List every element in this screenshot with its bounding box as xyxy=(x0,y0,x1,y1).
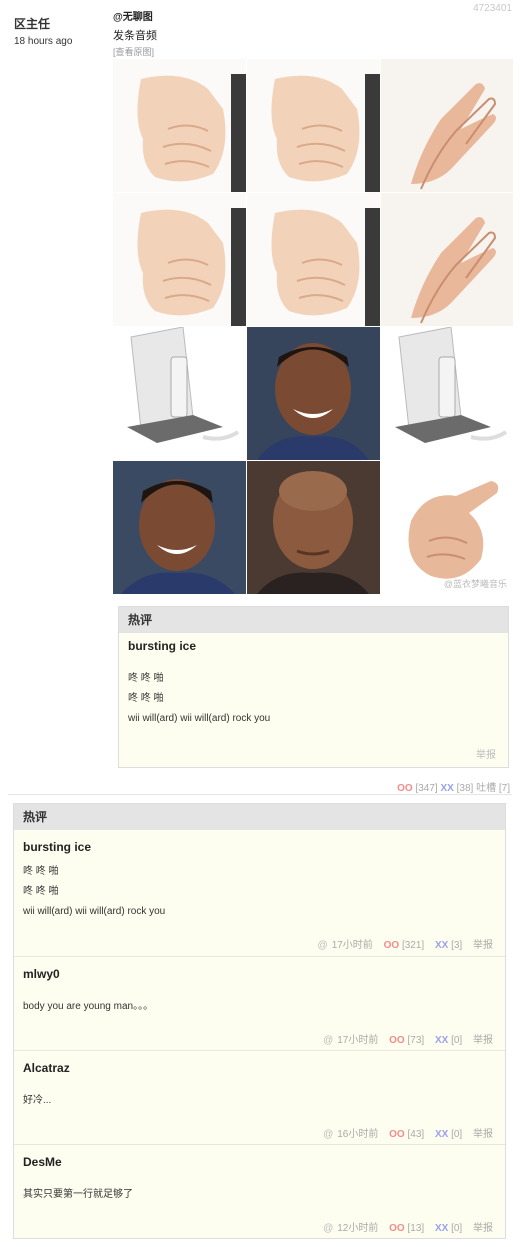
reply-at-button[interactable]: @ xyxy=(323,1035,333,1046)
pointing-finger-image: @蓝衣梦曦音乐 xyxy=(381,461,513,594)
comment-meta: @17小时前 OO [73] XX [0] 举报 xyxy=(323,1031,493,1046)
view-original-label[interactable]: [查看原图] xyxy=(113,47,154,57)
xx-count: [0] xyxy=(451,1035,463,1046)
comment-line: 咚 咚 啪 xyxy=(128,693,164,704)
comment-line: 咚 咚 啪 xyxy=(23,866,59,877)
oo-vote-button[interactable]: OO xyxy=(389,1129,405,1140)
comment-line: wii will(ard) wii will(ard) rock you xyxy=(23,906,166,917)
report-link[interactable]: 举报 xyxy=(476,746,496,761)
comment-body: 咚 咚 啪 咚 咚 啪 wii will(ard) wii will(ard) … xyxy=(23,862,165,922)
wii-console-image xyxy=(113,327,246,460)
comment-line: body you are young man。。。 xyxy=(23,1001,154,1012)
clap-image xyxy=(381,193,513,326)
hot-comment-title: 热评 xyxy=(119,607,508,633)
reply-at-button[interactable]: @ xyxy=(318,940,328,951)
comment-time: 17小时前 xyxy=(337,1035,379,1046)
xx-count: [3] xyxy=(451,940,463,951)
post-time: 18 hours ago xyxy=(14,36,73,47)
hot-comments-title: 热评 xyxy=(14,804,505,830)
comment-meta: @16小时前 OO [43] XX [0] 举报 xyxy=(323,1125,493,1140)
xx-count: [0] xyxy=(451,1223,463,1234)
author-info: 区主任 18 hours ago xyxy=(14,15,104,47)
xx-count: [0] xyxy=(451,1129,463,1140)
view-original-link[interactable]: [查看原图] xyxy=(113,45,513,58)
xx-vote-button[interactable]: XX xyxy=(435,1035,448,1046)
divider xyxy=(8,794,512,795)
tucao-count[interactable]: [7] xyxy=(499,783,510,794)
clap-image xyxy=(381,59,513,192)
xx-vote-button[interactable]: XX xyxy=(435,1223,448,1234)
oo-vote-button[interactable]: OO xyxy=(389,1035,405,1046)
comment-line: 好冷... xyxy=(23,1095,52,1106)
oo-count: [13] xyxy=(407,1223,425,1234)
xx-vote-button[interactable]: XX xyxy=(441,783,454,794)
comment-user[interactable]: DesMe xyxy=(23,1155,62,1169)
report-link[interactable]: 举报 xyxy=(473,1129,493,1140)
oo-count: [321] xyxy=(401,940,425,951)
report-link[interactable]: 举报 xyxy=(473,1035,493,1046)
oo-count: [347] xyxy=(415,783,438,794)
hot-comments-section: 热评 bursting ice 咚 咚 啪 咚 咚 啪 wii will(ard… xyxy=(13,803,506,1239)
comment-meta: @17小时前 OO [321] XX [3] 举报 xyxy=(318,936,493,951)
author-name[interactable]: 区主任 xyxy=(14,15,104,32)
comment-item: Alcatraz 好冷... @16小时前 OO [43] XX [0] 举报 xyxy=(14,1051,505,1145)
tucao-button[interactable]: 吐槽 xyxy=(476,783,496,794)
fist-image xyxy=(247,59,380,192)
comment-item: DesMe 其实只要第一行就足够了 @12小时前 OO [13] XX [0] … xyxy=(14,1145,505,1239)
comment-user[interactable]: bursting ice xyxy=(23,840,91,854)
fist-image xyxy=(247,193,380,326)
post-text: 发条音频 xyxy=(113,30,157,42)
image-watermark: @蓝衣梦曦音乐 xyxy=(443,579,507,589)
will-smith-image xyxy=(113,461,246,594)
post-vote-bar: OO [347] XX [38] 吐槽 [7] xyxy=(397,779,510,794)
comment-time: 16小时前 xyxy=(337,1129,379,1140)
comment-meta: @12小时前 OO [13] XX [0] 举报 xyxy=(323,1219,493,1234)
comment-body: 好冷... xyxy=(23,1091,51,1111)
xx-vote-button[interactable]: XX xyxy=(435,940,448,951)
comment-line: 咚 咚 啪 xyxy=(23,886,59,897)
comment-time: 17小时前 xyxy=(331,940,373,951)
oo-vote-button[interactable]: OO xyxy=(397,783,413,794)
oo-vote-button[interactable]: OO xyxy=(384,940,400,951)
comment-line: wii will(ard) wii will(ard) rock you xyxy=(128,713,271,724)
meme-image-grid[interactable]: @蓝衣梦曦音乐 xyxy=(113,59,513,594)
dwayne-johnson-image xyxy=(247,461,380,594)
report-link[interactable]: 举报 xyxy=(473,1223,493,1234)
post-content: @无聊图 发条音频 [查看原图] xyxy=(113,8,513,58)
comment-body: body you are young man。。。 xyxy=(23,997,153,1017)
reply-at-button[interactable]: @ xyxy=(323,1223,333,1234)
oo-count: [43] xyxy=(407,1129,425,1140)
fist-image xyxy=(113,59,246,192)
wii-console-image xyxy=(381,327,513,460)
oo-vote-button[interactable]: OO xyxy=(389,1223,405,1234)
hot-comment-user[interactable]: bursting ice xyxy=(119,633,508,653)
xx-count: [38] xyxy=(456,783,474,794)
hot-comment-inline: 热评 bursting ice 咚 咚 啪 咚 咚 啪 wii will(ard… xyxy=(118,606,509,768)
mention-link[interactable]: @无聊图 xyxy=(113,8,513,23)
hot-comment-body: 咚 咚 啪 咚 咚 啪 wii will(ard) wii will(ard) … xyxy=(119,669,508,729)
will-smith-image xyxy=(247,327,380,460)
xx-vote-button[interactable]: XX xyxy=(435,1129,448,1140)
comment-user[interactable]: Alcatraz xyxy=(23,1061,70,1075)
comment-body: 其实只要第一行就足够了 xyxy=(23,1185,133,1205)
comment-user[interactable]: mlwy0 xyxy=(23,967,60,981)
comment-item: mlwy0 body you are young man。。。 @17小时前 O… xyxy=(14,957,505,1051)
comment-line: 咚 咚 啪 xyxy=(128,673,164,684)
comment-item: bursting ice 咚 咚 啪 咚 咚 啪 wii will(ard) w… xyxy=(14,830,505,957)
reply-at-button[interactable]: @ xyxy=(323,1129,333,1140)
fist-image xyxy=(113,193,246,326)
comment-time: 12小时前 xyxy=(337,1223,379,1234)
oo-count: [73] xyxy=(407,1035,425,1046)
report-link[interactable]: 举报 xyxy=(473,940,493,951)
comment-line: 其实只要第一行就足够了 xyxy=(23,1189,133,1200)
